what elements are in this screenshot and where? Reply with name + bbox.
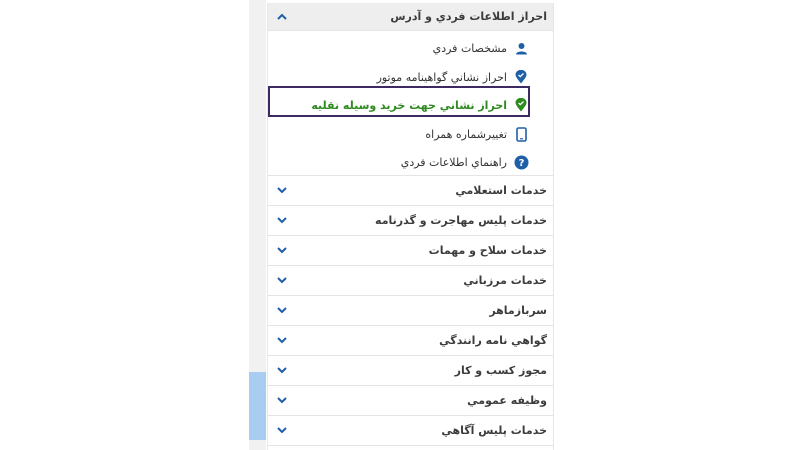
svg-text:?: ? bbox=[518, 158, 524, 169]
sub-item-motorcycle-license-address[interactable]: احراز نشاني گواهينامه موتور bbox=[377, 67, 529, 87]
section-title: خدمات پليس آگاهي bbox=[441, 424, 547, 437]
chevron-down-icon bbox=[274, 365, 290, 377]
scrollbar-thumb[interactable] bbox=[249, 372, 266, 440]
chevron-up-icon bbox=[274, 11, 290, 23]
sub-item-change-mobile[interactable]: تغييرشماره همراه bbox=[425, 124, 529, 144]
section-header-business-permit[interactable]: مجوز كسب و كار bbox=[268, 356, 553, 386]
section-title: خدمات سلاح و مهمات bbox=[428, 244, 547, 257]
section-header-driving-license[interactable]: گواهي نامه رانندگي bbox=[268, 326, 553, 356]
mobile-phone-icon bbox=[513, 126, 529, 142]
section-title: خدمات استعلامي bbox=[455, 184, 547, 197]
chevron-down-icon bbox=[274, 335, 290, 347]
section-header-inquiry-services[interactable]: خدمات استعلامي bbox=[268, 176, 553, 206]
section-header-military-service[interactable]: وظيفه عمومي bbox=[268, 386, 553, 416]
section-title: سربازماهر bbox=[489, 304, 547, 317]
chevron-down-icon bbox=[274, 185, 290, 197]
sub-item-label: احراز نشاني جهت خريد وسيله نقليه bbox=[311, 98, 507, 112]
section-title: خدمات مرزباني bbox=[463, 274, 547, 287]
section-title: خدمات پليس مهاجرت و گذرنامه bbox=[375, 214, 547, 227]
location-pin-icon bbox=[513, 69, 529, 85]
chevron-down-icon bbox=[274, 395, 290, 407]
section-title: گواهي نامه رانندگي bbox=[439, 334, 547, 347]
section-header-personal-info[interactable]: احراز اطلاعات فردي و آدرس bbox=[268, 3, 553, 31]
chevron-down-icon bbox=[274, 215, 290, 227]
chevron-down-icon bbox=[274, 425, 290, 437]
page: احراز اطلاعات فردي و آدرس مشخصات فردي اح… bbox=[0, 0, 800, 450]
section-header-immigration-passport[interactable]: خدمات پليس مهاجرت و گذرنامه bbox=[268, 206, 553, 236]
service-menu: احراز اطلاعات فردي و آدرس مشخصات فردي اح… bbox=[267, 3, 554, 450]
section-title: احراز اطلاعات فردي و آدرس bbox=[390, 10, 547, 23]
section-header-detective-police[interactable]: خدمات پليس آگاهي bbox=[268, 416, 553, 446]
section-title: وظيفه عمومي bbox=[467, 394, 547, 407]
sub-item-label: تغييرشماره همراه bbox=[425, 127, 507, 141]
section-header-border-services[interactable]: خدمات مرزباني bbox=[268, 266, 553, 296]
chevron-down-icon bbox=[274, 245, 290, 257]
section-header-weapons-ammo[interactable]: خدمات سلاح و مهمات bbox=[268, 236, 553, 266]
sub-item-personal-details[interactable]: مشخصات فردي bbox=[433, 38, 529, 58]
chevron-down-icon bbox=[274, 275, 290, 287]
sub-item-label: مشخصات فردي bbox=[432, 41, 507, 55]
location-pin-icon bbox=[513, 97, 529, 113]
section-title: مجوز كسب و كار bbox=[454, 364, 547, 377]
user-icon bbox=[513, 40, 529, 56]
chevron-down-icon bbox=[274, 305, 290, 317]
sub-item-personal-info-help[interactable]: ? راهنماي اطلاعات فردي bbox=[401, 152, 529, 172]
sub-item-label: راهنماي اطلاعات فردي bbox=[400, 155, 507, 169]
sub-item-vehicle-purchase-address[interactable]: احراز نشاني جهت خريد وسيله نقليه bbox=[311, 95, 529, 115]
section-header-skilled-soldier[interactable]: سربازماهر bbox=[268, 296, 553, 326]
sub-menu-personal-info: مشخصات فردي احراز نشاني گواهينامه موتور … bbox=[268, 31, 553, 176]
sub-item-label: احراز نشاني گواهينامه موتور bbox=[376, 70, 507, 84]
help-icon: ? bbox=[513, 154, 529, 170]
